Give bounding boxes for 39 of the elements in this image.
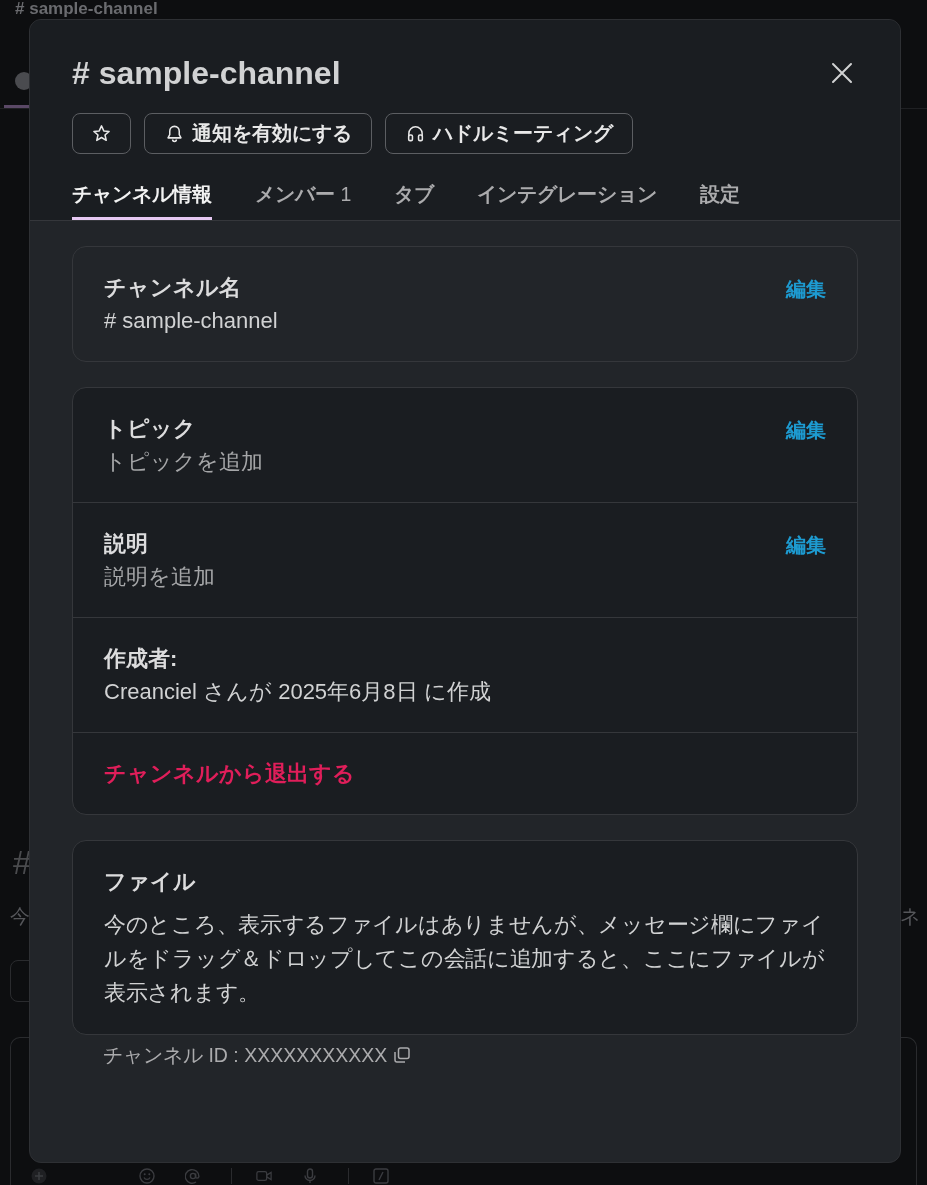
microphone-icon[interactable]: [302, 1168, 318, 1184]
field-label: 作成者:: [104, 645, 178, 673]
plus-icon[interactable]: [31, 1168, 47, 1184]
field-value: Creanciel さんが 2025年6月8日 に作成: [104, 678, 491, 706]
channel-title: # sample-channel: [15, 0, 158, 17]
close-icon: [831, 62, 853, 84]
huddle-button[interactable]: ハドルミーティング: [385, 113, 633, 154]
edit-link[interactable]: 編集: [786, 415, 826, 445]
tab[interactable]: 設定: [700, 166, 741, 220]
copy-icon: [394, 1047, 411, 1063]
copy-button[interactable]: [394, 1047, 411, 1063]
tab[interactable]: チャンネル情報: [72, 166, 212, 220]
empty-state-text: 今のところ、表示するファイルはありませんが、メッセージ欄にファイルをドラッグ＆ドロップしてこの会話に追加すると、ここにファイルが表示されます。: [104, 911, 826, 1007]
smiley-icon[interactable]: [139, 1168, 155, 1184]
field-label: 説明: [104, 530, 148, 558]
section-heading: ファイル: [104, 868, 196, 896]
bell-icon: [165, 124, 184, 143]
star-icon: [92, 124, 111, 143]
leave-channel-link[interactable]: チャンネルから退出する: [104, 757, 355, 790]
tab[interactable]: タブ: [394, 166, 435, 220]
intro-text: 今: [10, 904, 30, 929]
notifications-button[interactable]: 通知を有効にする: [144, 113, 372, 154]
tab[interactable]: メンバー 1: [255, 166, 352, 220]
edit-link[interactable]: 編集: [786, 274, 826, 304]
field-label: トピック: [104, 415, 196, 443]
headphones-icon: [406, 124, 425, 143]
channel-id-text: チャンネル ID : XXXXXXXXXXX: [103, 1043, 388, 1068]
slash-icon[interactable]: [373, 1168, 389, 1184]
tab[interactable]: インテグレーション: [477, 166, 658, 220]
edit-link[interactable]: 編集: [786, 530, 826, 560]
dialog-title: # sample-channel: [72, 54, 341, 93]
field-value: # sample-channel: [104, 307, 278, 335]
favorite-button[interactable]: [72, 113, 131, 154]
empty-value-hint: 説明を追加: [104, 563, 215, 591]
video-icon[interactable]: [256, 1168, 272, 1184]
intro-text: ネ: [900, 904, 920, 929]
at-sign-icon[interactable]: [185, 1168, 201, 1184]
field-label: チャンネル名: [104, 274, 241, 302]
empty-value-hint: トピックを追加: [104, 448, 263, 476]
